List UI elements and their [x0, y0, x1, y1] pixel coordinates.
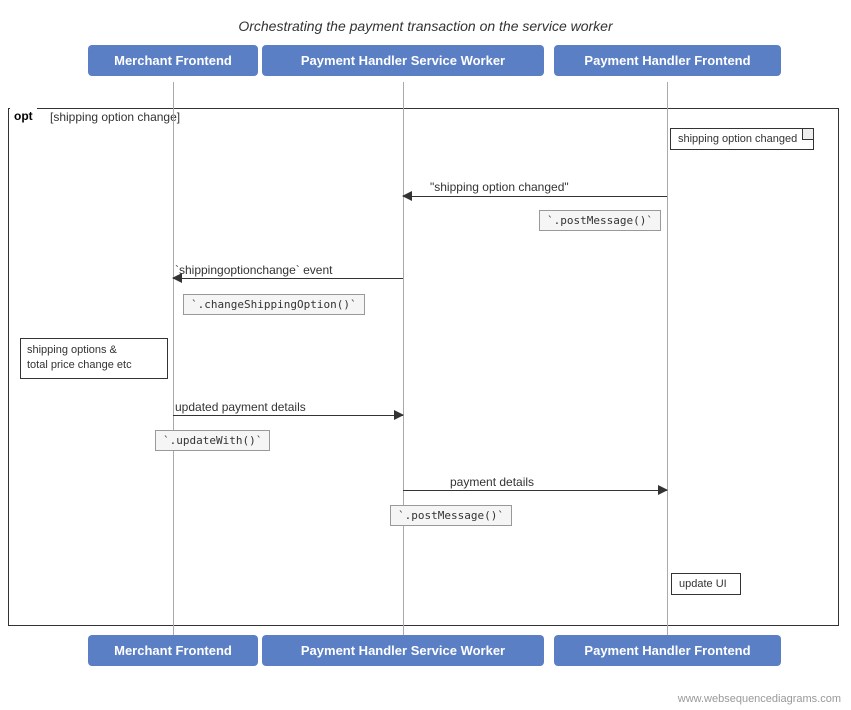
method-postmessage-1: `.postMessage()` [539, 210, 661, 231]
lifeline-pfrontend [667, 82, 668, 640]
watermark: www.websequencediagrams.com [678, 693, 841, 705]
lifeline-phandler [403, 82, 404, 640]
actor-merchant-top: Merchant Frontend [88, 45, 258, 76]
lifeline-merchant [173, 82, 174, 640]
actor-pfrontend-bottom: Payment Handler Frontend [554, 635, 781, 666]
actor-phandler-bottom: Payment Handler Service Worker [262, 635, 544, 666]
opt-condition: [shipping option change] [50, 110, 180, 124]
arrow-shipping-option-changed [403, 196, 667, 197]
label-payment-details: payment details [450, 475, 534, 489]
arrow-payment-details [403, 490, 667, 491]
diagram-container: Orchestrating the payment transaction on… [0, 0, 851, 710]
diagram-title: Orchestrating the payment transaction on… [0, 8, 851, 34]
label-shippingoptionchange: `shippingoptionchange` event [175, 263, 332, 277]
method-postmessage-2: `.postMessage()` [390, 505, 512, 526]
method-updatewith: `.updateWith()` [155, 430, 270, 451]
actor-phandler-top: Payment Handler Service Worker [262, 45, 544, 76]
actor-merchant-bottom: Merchant Frontend [88, 635, 258, 666]
note-shipping-option-changed: shipping option changed [670, 128, 814, 150]
label-updated-payment: updated payment details [175, 400, 306, 414]
note-shipping-options: shipping options &total price change etc [20, 338, 168, 379]
note-update-ui: update UI [671, 573, 741, 595]
method-changeshippingoption: `.changeShippingOption()` [183, 294, 365, 315]
arrow-shippingoptionchange [173, 278, 403, 279]
label-shipping-option-changed: "shipping option changed" [430, 180, 569, 194]
arrow-updated-payment [173, 415, 403, 416]
actor-pfrontend-top: Payment Handler Frontend [554, 45, 781, 76]
opt-label: opt [10, 108, 37, 124]
